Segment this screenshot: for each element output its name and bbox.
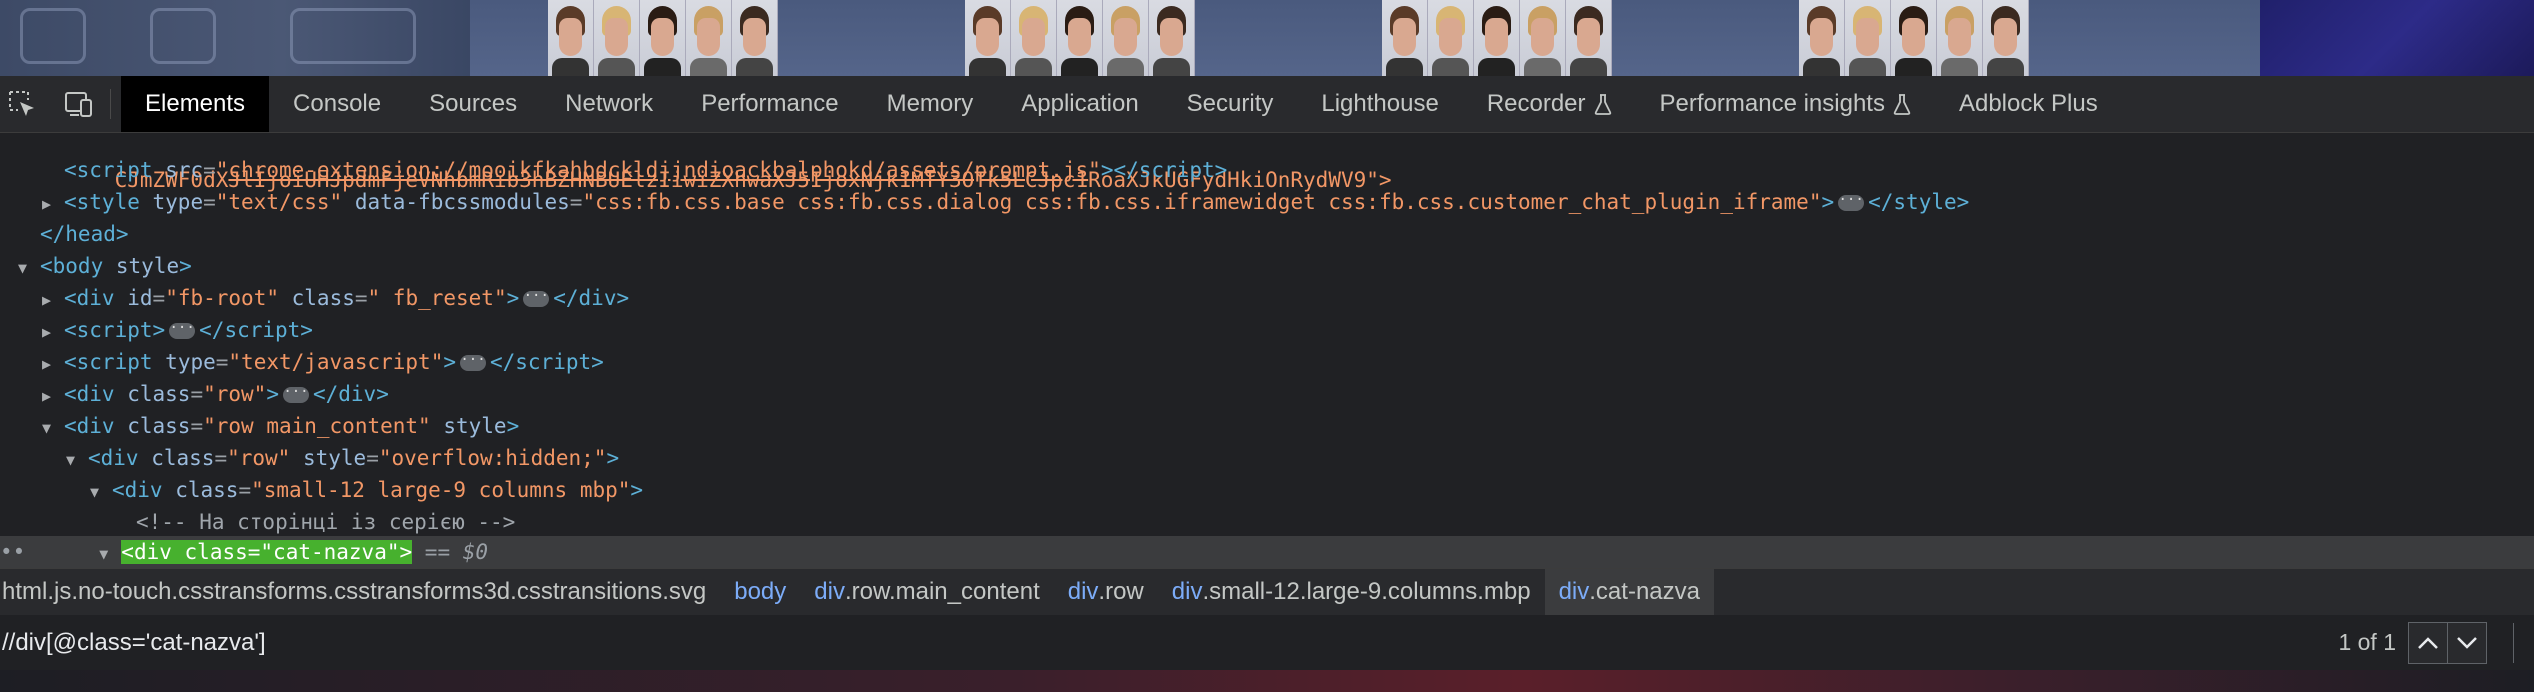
previous-match-button[interactable] xyxy=(2408,621,2448,664)
inspect-element-icon[interactable] xyxy=(4,86,40,122)
tab-console[interactable]: Console xyxy=(269,76,405,132)
cast-face xyxy=(1566,0,1612,76)
tab-sources[interactable]: Sources xyxy=(405,76,541,132)
selected-node-highlight: <div class="cat-nazva"> xyxy=(121,540,413,564)
tree-line-selected[interactable]: •• ▼ <div class="cat-nazva"> == $0 xyxy=(0,536,2534,568)
tab-performance[interactable]: Performance xyxy=(677,76,862,132)
tab-recorder[interactable]: Recorder xyxy=(1463,76,1636,132)
tab-security[interactable]: Security xyxy=(1163,76,1298,132)
cast-face xyxy=(1057,0,1103,76)
page-header-strip xyxy=(0,0,2534,76)
tab-elements[interactable]: Elements xyxy=(121,76,270,132)
expand-arrow-icon[interactable]: ▶ xyxy=(42,316,64,348)
breadcrumb-item-row[interactable]: div .row xyxy=(1054,569,1158,615)
cast-face xyxy=(1891,0,1937,76)
html-comment: <!-- На сторінці із серією --> xyxy=(136,510,516,534)
expand-arrow-icon[interactable]: ▶ xyxy=(42,188,64,220)
header-city-image xyxy=(2260,0,2534,76)
tree-line[interactable]: </head> xyxy=(0,218,2534,250)
match-count: 1 of 1 xyxy=(2338,629,2396,655)
cast-face xyxy=(1983,0,2029,76)
ellipsis-icon[interactable]: ··· xyxy=(1838,193,1865,211)
chevron-up-icon xyxy=(2418,636,2438,649)
cast-photo xyxy=(1382,0,1612,76)
more-options-icon[interactable]: •• xyxy=(0,540,25,564)
tab-adblock-plus[interactable]: Adblock Plus xyxy=(1935,76,2122,132)
cast-face xyxy=(1428,0,1474,76)
tree-line[interactable]: <script src="chrome-extension://mooikfka… xyxy=(0,154,2534,186)
collapse-arrow-icon[interactable]: ▼ xyxy=(66,444,88,476)
cast-face xyxy=(1103,0,1149,76)
collapse-arrow-icon[interactable]: ▼ xyxy=(42,412,64,444)
tree-line[interactable]: ▼ <body style> xyxy=(0,250,2534,282)
device-toolbar-icon[interactable] xyxy=(60,86,96,122)
cast-face xyxy=(1937,0,1983,76)
expand-arrow-icon[interactable]: ▶ xyxy=(42,380,64,412)
ellipsis-icon[interactable]: ··· xyxy=(460,353,486,371)
page-background-strip xyxy=(0,670,2534,692)
script-src-link[interactable]: chrome-extension://mooikfkahbdckldjjndio… xyxy=(228,158,1088,182)
flask-icon xyxy=(1893,94,1911,115)
toolbar-divider xyxy=(110,89,111,119)
cast-face xyxy=(732,0,778,76)
cast-face xyxy=(1149,0,1195,76)
cast-photo xyxy=(965,0,1195,76)
cast-face xyxy=(594,0,640,76)
cast-face xyxy=(1520,0,1566,76)
cast-face xyxy=(1011,0,1057,76)
search-options-divider xyxy=(2513,622,2534,663)
tree-line[interactable]: ▶ <div class="row"> ··· </div> xyxy=(0,378,2534,410)
cast-face xyxy=(1845,0,1891,76)
cast-face xyxy=(548,0,594,76)
tab-performance-insights[interactable]: Performance insights xyxy=(1636,76,1935,132)
collapse-arrow-icon[interactable]: ▼ xyxy=(90,476,112,508)
cast-face xyxy=(686,0,732,76)
breadcrumb-item-cat-nazva[interactable]: div .cat-nazva xyxy=(1544,569,1714,615)
ellipsis-icon[interactable]: ··· xyxy=(282,385,309,403)
tree-line[interactable]: ▼ <div class="small-12 large-9 columns mb… xyxy=(0,474,2534,506)
tree-line[interactable]: ▶ <style type="text/css" data-fbcssmodule… xyxy=(0,186,2534,218)
dom-tree: CJmZWF0dXJlIjoiUHJpdmFjeVNhbmRib3hBZHNBU… xyxy=(0,132,2534,568)
breadcrumb-item-html[interactable]: html .js.no-touch.csstransforms.csstransf… xyxy=(0,569,720,615)
ellipsis-icon[interactable]: ··· xyxy=(169,321,196,339)
tree-line[interactable]: ▶ <div id="fb-root" class=" fb_reset"> ···… xyxy=(0,282,2534,314)
cast-face xyxy=(1382,0,1428,76)
search-bar: 1 of 1 xyxy=(0,615,2534,670)
cast-face xyxy=(965,0,1011,76)
collapse-arrow-icon[interactable]: ▼ xyxy=(18,252,40,284)
cast-face xyxy=(640,0,686,76)
cast-photo xyxy=(1799,0,2029,76)
search-input[interactable] xyxy=(0,617,2339,668)
ellipsis-icon[interactable]: ··· xyxy=(523,289,550,307)
selected-node-marker: == $0 xyxy=(424,540,489,564)
expand-arrow-icon[interactable]: ▶ xyxy=(42,348,64,380)
header-pattern xyxy=(0,0,470,76)
flask-icon xyxy=(1594,94,1611,115)
cast-face xyxy=(1474,0,1520,76)
tab-network[interactable]: Network xyxy=(541,76,677,132)
tree-line[interactable]: ▼ <div class="row main_content" style> xyxy=(0,410,2534,442)
devtools-toolbar: Elements Console Sources Network Perform… xyxy=(0,76,2534,133)
breadcrumb-item-main-content[interactable]: div .row.main_content xyxy=(800,569,1053,615)
tab-memory[interactable]: Memory xyxy=(863,76,998,132)
breadcrumb: html .js.no-touch.csstransforms.csstransf… xyxy=(0,568,2534,616)
cast-face xyxy=(1799,0,1845,76)
expand-arrow-icon[interactable]: ▶ xyxy=(42,284,64,316)
next-match-button[interactable] xyxy=(2448,621,2487,664)
breadcrumb-item-columns[interactable]: div .small-12.large-9.columns.mbp xyxy=(1158,569,1545,615)
collapse-arrow-icon[interactable]: ▼ xyxy=(99,538,121,570)
tree-line[interactable]: ▼ <div class="row" style="overflow:hidden… xyxy=(0,442,2534,474)
cast-photo xyxy=(548,0,778,76)
tree-line[interactable]: ▶ <script> ··· </script> xyxy=(0,314,2534,346)
tab-lighthouse[interactable]: Lighthouse xyxy=(1297,76,1462,132)
breadcrumb-item-body[interactable]: body xyxy=(720,569,800,615)
tab-application[interactable]: Application xyxy=(997,76,1162,132)
chevron-down-icon xyxy=(2457,636,2477,649)
tree-line[interactable]: <!-- На сторінці із серією --> xyxy=(0,506,2534,538)
tree-line[interactable]: ▶ <script type="text/javascript"> ··· </scr… xyxy=(0,346,2534,378)
